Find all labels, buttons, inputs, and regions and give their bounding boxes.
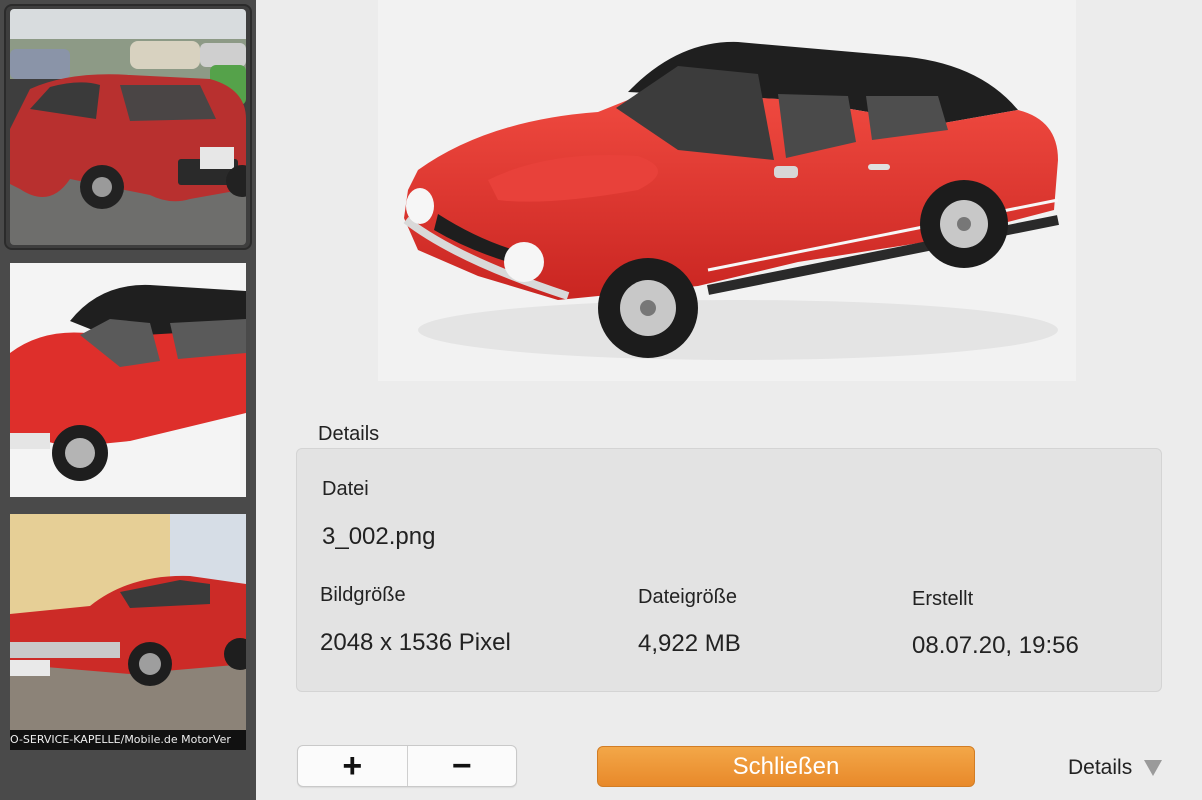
add-button[interactable]: + xyxy=(298,746,407,786)
created-value: 08.07.20, 19:56 xyxy=(912,632,1079,659)
disclosure-triangle-icon xyxy=(1144,760,1163,776)
remove-button[interactable]: − xyxy=(406,746,517,786)
car-preview-image xyxy=(378,0,1076,381)
details-toggle[interactable]: Details xyxy=(1068,756,1163,780)
file-value: 3_002.png xyxy=(322,523,436,550)
file-label: Datei xyxy=(322,478,369,500)
thumbnail-2[interactable] xyxy=(10,263,246,497)
thumbnail-2-image xyxy=(10,263,246,497)
thumbnail-3-image xyxy=(10,514,246,750)
thumbnail-sidebar: O-SERVICE-KAPELLE/Mobile.de MotorVer xyxy=(0,0,256,800)
close-button[interactable]: Schließen xyxy=(597,746,975,787)
thumbnail-1-image xyxy=(10,9,246,245)
image-size-value: 2048 x 1536 Pixel xyxy=(320,629,511,656)
thumbnail-3[interactable]: O-SERVICE-KAPELLE/Mobile.de MotorVer xyxy=(10,514,246,750)
file-size-label: Dateigröße xyxy=(638,586,737,608)
details-panel: Datei 3_002.png Bildgröße 2048 x 1536 Pi… xyxy=(296,448,1162,692)
file-size-value: 4,922 MB xyxy=(638,630,741,657)
image-preview xyxy=(378,0,1076,381)
details-toggle-label: Details xyxy=(1068,756,1133,779)
details-heading: Details xyxy=(318,423,380,445)
thumbnail-1[interactable] xyxy=(10,9,246,245)
thumbnail-3-caption: O-SERVICE-KAPELLE/Mobile.de MotorVer xyxy=(10,730,246,750)
image-size-label: Bildgröße xyxy=(320,584,406,606)
add-remove-segmented-control: + − xyxy=(297,745,517,787)
created-label: Erstellt xyxy=(912,588,974,610)
